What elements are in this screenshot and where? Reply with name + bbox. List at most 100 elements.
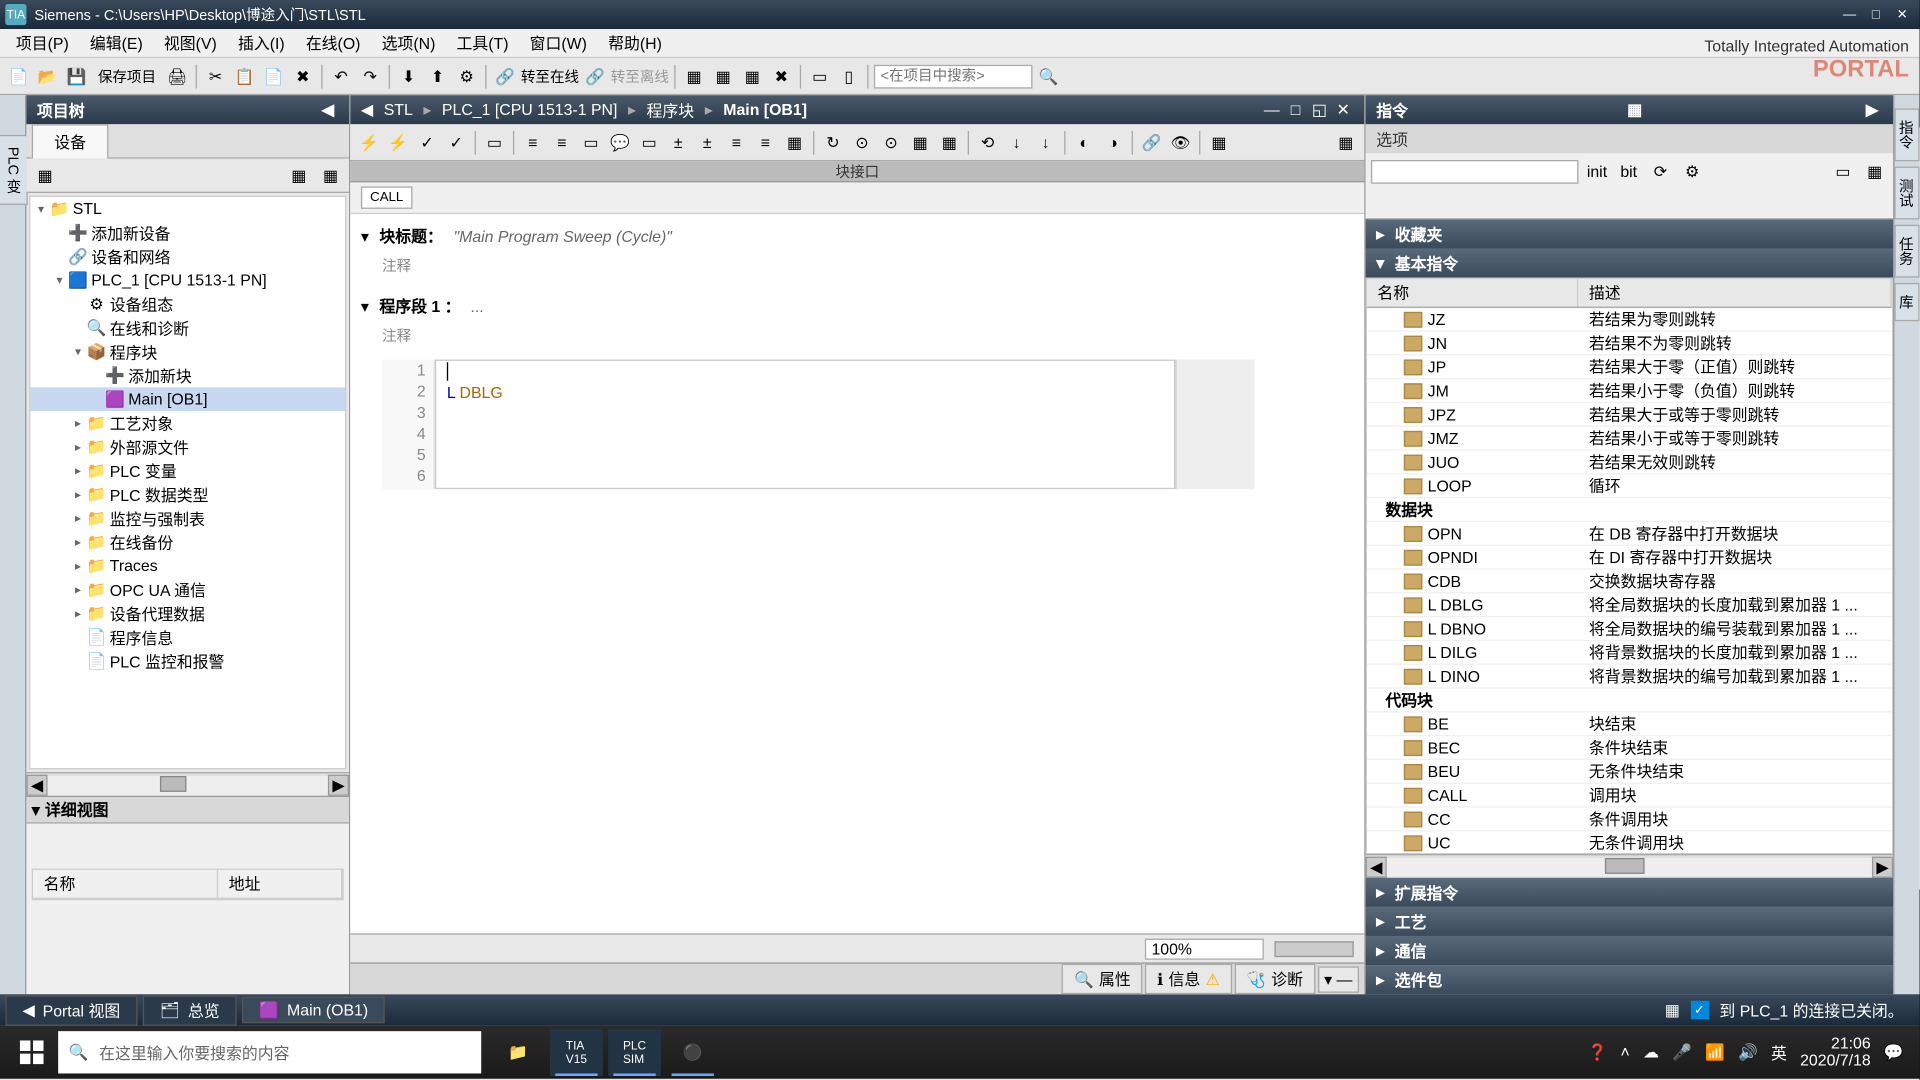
instruction-item[interactable]: CALL调用块 xyxy=(1367,784,1892,808)
tree-item[interactable]: ▸📁工艺对象 xyxy=(30,411,345,435)
tree-item[interactable]: ▸📁外部源文件 xyxy=(30,435,345,459)
vtab-test[interactable]: 测试 xyxy=(1894,167,1919,220)
filter-btn-1[interactable]: init xyxy=(1584,159,1610,185)
project-search-input[interactable] xyxy=(874,64,1033,88)
print-icon[interactable]: 🖨 xyxy=(164,63,190,89)
zoom-slider[interactable] xyxy=(1274,941,1353,957)
instructions-close-icon[interactable]: ▶ xyxy=(1861,99,1882,120)
ed-tb-23[interactable]: ↓ xyxy=(1032,129,1058,155)
open-project-icon[interactable]: 📂 xyxy=(34,63,60,89)
upload-icon[interactable]: ⬆ xyxy=(424,63,450,89)
ed-tb-16[interactable]: ↻ xyxy=(820,129,846,155)
tab-properties[interactable]: 🔍属性 xyxy=(1062,964,1143,994)
editor-minimize-icon[interactable]: — xyxy=(1261,99,1282,120)
paste-icon[interactable]: 📄 xyxy=(260,63,286,89)
instruction-item[interactable]: BE块结束 xyxy=(1367,713,1892,737)
ed-tb-22[interactable]: ↓ xyxy=(1003,129,1029,155)
instruction-item[interactable]: BEC条件块结束 xyxy=(1367,736,1892,760)
block-comment[interactable]: 注释 xyxy=(356,253,1359,279)
bc-stl[interactable]: STL xyxy=(378,100,418,119)
menu-tools[interactable]: 工具(T) xyxy=(446,29,519,57)
vtab-libs[interactable]: 库 xyxy=(1894,283,1919,321)
taskbar-tia-icon[interactable]: TIAV15 xyxy=(550,1029,603,1077)
acc-tech[interactable]: 工艺 xyxy=(1395,910,1427,932)
tray-help-icon[interactable]: ❓ xyxy=(1587,1043,1607,1062)
instruction-item[interactable]: OPN在 DB 寄存器中打开数据块 xyxy=(1367,522,1892,546)
tree-item[interactable]: ▸📁PLC 数据类型 xyxy=(30,483,345,507)
ed-tb-24[interactable]: ◐ xyxy=(1071,129,1097,155)
taskbar-obs-icon[interactable]: ⚫ xyxy=(666,1029,719,1077)
ed-tb-10[interactable]: ▭ xyxy=(636,129,662,155)
instruction-item[interactable]: CDB交换数据块寄存器 xyxy=(1367,570,1892,594)
ed-tb-6[interactable]: ≡ xyxy=(520,129,546,155)
tree-item[interactable]: ▸📁在线备份 xyxy=(30,530,345,554)
taskbar-explorer-icon[interactable]: 📁 xyxy=(492,1029,545,1077)
go-online-icon[interactable]: 🔗 xyxy=(492,63,518,89)
taskbar-plcsim-icon[interactable]: PLCSIM xyxy=(608,1029,661,1077)
bc-back-icon[interactable]: ◀ xyxy=(361,100,373,119)
menu-insert[interactable]: 插入(I) xyxy=(227,29,295,57)
tree-item[interactable]: 📄程序信息 xyxy=(30,625,345,649)
instructions-collapse-icon[interactable]: ▦ xyxy=(1624,99,1645,120)
acc-ext[interactable]: 扩展指令 xyxy=(1395,881,1458,903)
filter-btn-5[interactable]: ▭ xyxy=(1830,159,1856,185)
taskbar-search[interactable]: 🔍 在这里输入你要搜索的内容 xyxy=(58,1031,481,1073)
instruction-item[interactable]: CC条件调用块 xyxy=(1367,808,1892,832)
filter-btn-4[interactable]: ⚙ xyxy=(1679,159,1705,185)
main-ob1-tab[interactable]: 🟪Main (OB1) xyxy=(242,997,385,1023)
tree-item[interactable]: ▾📁STL xyxy=(30,197,345,221)
instruction-category[interactable]: 代码块 xyxy=(1367,689,1892,713)
instruction-item[interactable]: JM若结果小于零（负值）则跳转 xyxy=(1367,379,1892,403)
tray-bluetooth-icon[interactable]: ☁ xyxy=(1643,1043,1659,1062)
ed-tb-2[interactable]: ⚡ xyxy=(385,129,411,155)
ed-tb-4[interactable]: ✓ xyxy=(443,129,469,155)
instruction-item[interactable]: JN若结果不为零则跳转 xyxy=(1367,332,1892,356)
menu-edit[interactable]: 编辑(E) xyxy=(79,29,153,57)
tree-item[interactable]: 🟪Main [OB1] xyxy=(30,387,345,411)
tree-item[interactable]: 🔗设备和网络 xyxy=(30,245,345,269)
tray-volume-icon[interactable]: 🔊 xyxy=(1738,1043,1758,1062)
ed-tb-12[interactable]: ± xyxy=(694,129,720,155)
instruction-item[interactable]: L DILG将背景数据块的长度加载到累加器 1 ... xyxy=(1367,641,1892,665)
tree-item[interactable]: ▾🟦PLC_1 [CPU 1513-1 PN] xyxy=(30,268,345,292)
tree-item[interactable]: ▸📁监控与强制表 xyxy=(30,506,345,530)
tab-diagnostics[interactable]: 🩺诊断 xyxy=(1234,964,1315,994)
filter-btn-3[interactable]: ⟳ xyxy=(1647,159,1673,185)
tb-icon-3[interactable]: ▦ xyxy=(739,63,765,89)
ed-tb-1[interactable]: ⚡ xyxy=(356,129,382,155)
vtab-tasks[interactable]: 任务 xyxy=(1894,225,1919,278)
tree-item[interactable]: 📄PLC 监控和报警 xyxy=(30,649,345,673)
bc-main[interactable]: Main [OB1] xyxy=(718,100,812,119)
instruction-filter-input[interactable] xyxy=(1371,160,1579,184)
ed-tb-20[interactable]: ▦ xyxy=(936,129,962,155)
ed-tb-27[interactable]: 👁 xyxy=(1167,129,1193,155)
tray-wifi-icon[interactable]: 📶 xyxy=(1705,1043,1725,1062)
basic-instructions-label[interactable]: 基本指令 xyxy=(1395,252,1458,274)
start-button[interactable] xyxy=(5,1029,58,1077)
instruction-item[interactable]: JZ若结果为零则跳转 xyxy=(1367,308,1892,332)
minimize-button[interactable]: — xyxy=(1838,5,1862,24)
delete-icon[interactable]: ✖ xyxy=(290,63,316,89)
ed-tb-9[interactable]: 💬 xyxy=(607,129,633,155)
instruction-item[interactable]: OPNDI在 DI 寄存器中打开数据块 xyxy=(1367,546,1892,570)
ed-tb-17[interactable]: ⊙ xyxy=(849,129,875,155)
menu-view[interactable]: 视图(V) xyxy=(153,29,227,57)
menu-help[interactable]: 帮助(H) xyxy=(598,29,673,57)
tree-item[interactable]: ⚙设备组态 xyxy=(30,292,345,316)
tb-icon-4[interactable]: ✖ xyxy=(768,63,794,89)
bc-plc[interactable]: PLC_1 [CPU 1513-1 PN] xyxy=(437,100,623,119)
menu-window[interactable]: 窗口(W) xyxy=(519,29,597,57)
tree-tb-1[interactable]: ▦ xyxy=(32,162,58,188)
tb-icon-5[interactable]: ▭ xyxy=(806,63,832,89)
ed-tb-18[interactable]: ⊙ xyxy=(878,129,904,155)
acc-opt[interactable]: 选件包 xyxy=(1395,968,1443,990)
call-chip[interactable]: CALL xyxy=(361,186,413,208)
tree-item[interactable]: ▾📦程序块 xyxy=(30,340,345,364)
tree-item[interactable]: ▸📁PLC 变量 xyxy=(30,459,345,483)
tree-scroll-left[interactable]: ◀ xyxy=(26,774,47,795)
tree-tb-2[interactable]: ▦ xyxy=(286,162,312,188)
instruction-item[interactable]: JP若结果大于零（正值）则跳转 xyxy=(1367,356,1892,380)
tree-item[interactable]: ▸📁设备代理数据 xyxy=(30,602,345,626)
overview-tab[interactable]: 🗂总览 xyxy=(143,995,237,1025)
ed-tb-3[interactable]: ✓ xyxy=(414,129,440,155)
